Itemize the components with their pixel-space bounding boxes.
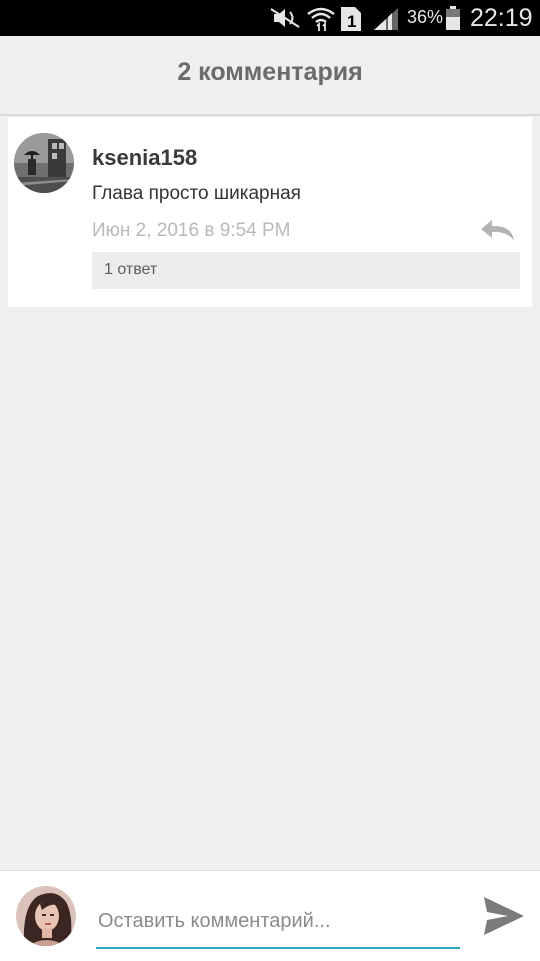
battery-icon [446, 6, 460, 30]
clock: 22:19 [470, 4, 533, 32]
send-button[interactable] [476, 893, 530, 939]
replies-button[interactable]: 1 ответ [92, 252, 520, 289]
signal-icon [374, 8, 398, 30]
wifi-icon [307, 7, 335, 31]
sim-icon: 1 [341, 7, 361, 31]
reply-icon[interactable] [478, 217, 518, 243]
replies-label: 1 ответ [104, 261, 158, 278]
comment-input[interactable] [96, 899, 460, 949]
comment-timestamp: Июн 2, 2016 в 9:54 PM [92, 220, 291, 241]
page-title: 2 комментария [177, 58, 363, 86]
comment-author[interactable]: ksenia158 [92, 145, 197, 171]
header: 2 комментария [0, 36, 540, 116]
comment-input-bar [0, 870, 540, 961]
status-bar: 1 36% 22:19 [0, 0, 540, 36]
comment-text: Глава просто шикарная [92, 183, 301, 204]
avatar-photo-icon [14, 133, 74, 193]
user-photo-icon [16, 886, 76, 946]
avatar[interactable] [14, 133, 74, 193]
mute-icon [270, 8, 300, 28]
comment-card: ksenia158 Глава просто шикарная Июн 2, 2… [8, 117, 532, 307]
svg-text:1: 1 [347, 12, 356, 31]
user-avatar [16, 886, 76, 946]
battery-percent: 36% [407, 7, 444, 27]
